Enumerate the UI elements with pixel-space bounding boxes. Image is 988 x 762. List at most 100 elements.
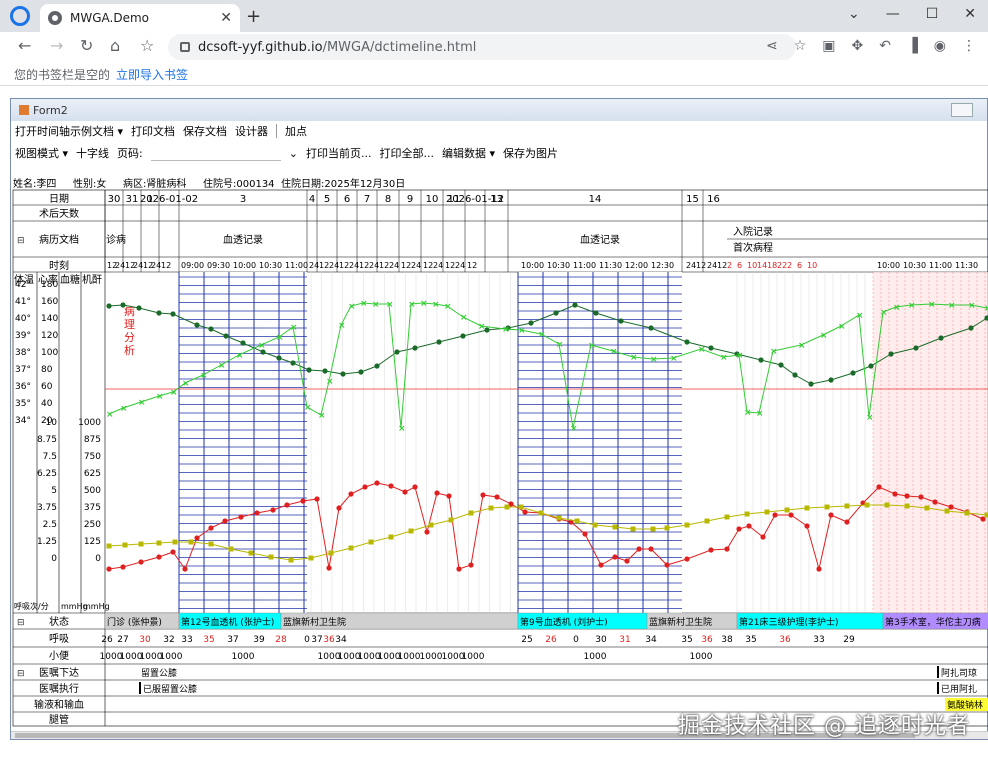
maximize-icon[interactable]: ☐ [926,6,939,22]
menu-view-mode[interactable]: 视图模式 ▾ [15,145,68,161]
creat-tick: 250 [84,520,101,530]
annotation-char: 析 [124,343,135,357]
patient-name: 姓名:李四 [13,177,56,190]
star-icon[interactable]: ☆ [140,36,154,55]
heart-rate-point [850,370,856,376]
collapse-docs-icon[interactable]: ⊟ [17,236,25,246]
time-label: 11:00 [285,261,308,270]
creatinine-point [138,541,144,547]
creatinine-point [592,522,598,528]
home-icon[interactable]: ⌂ [110,36,120,55]
breath-value: 26 [545,635,557,645]
minimize-icon[interactable]: — [886,6,900,22]
order-issue-text: 留置公膝 [141,667,177,679]
glucose-point [636,546,642,552]
menu-open-sample[interactable]: 打开时间轴示例文档 ▾ [15,123,123,139]
puzzle-icon[interactable]: ✥ [852,38,864,54]
menu-icon[interactable]: ⋮ [962,38,976,54]
temp-tick: 39° [15,331,31,341]
menu-edit-data[interactable]: 编辑数据 ▾ [442,145,495,161]
time-label: 12 [401,261,411,270]
timeline-chart[interactable]: 姓名:李四 性别:女 病区:肾脏病科 住院号:000134 住院日期:2025年… [11,177,988,739]
form-title: Form2 [33,103,68,117]
order-exec-marker [139,682,141,694]
address-bar[interactable]: dcsoft-yyf.github.io/MWGA/dctimeline.htm… [168,34,796,60]
date-cell: 16 [707,194,720,205]
breath-value: 34 [645,635,657,645]
menu-crosshair[interactable]: 十字线 [76,145,109,161]
creatinine-point [518,504,524,510]
new-tab-icon[interactable]: + [246,6,261,27]
menu-add-point[interactable]: 加点 [285,123,307,139]
temperature-point: × [720,353,728,363]
hr-tick: 60 [41,382,53,392]
glucose-point [300,498,306,504]
menu-save-doc[interactable]: 保存文档 [183,123,227,139]
glucose-point [624,558,630,564]
browser-tab[interactable]: MWGA.Demo ✕ [40,4,240,32]
glucose-point [456,566,462,572]
heart-rate-point [394,349,400,355]
creatinine-point [964,510,970,516]
status-text: 第21床三级护理(李护士) [739,616,838,628]
time-label: 10:00 [877,261,900,270]
glucose-point [388,483,394,489]
temperature-point: × [386,300,394,310]
glucose-point [182,566,188,572]
chevron-down-icon[interactable]: ⌄ [848,6,860,22]
temperature-point: × [348,302,356,312]
glucose-tick: 8.75 [37,435,57,445]
glucose-point [362,484,368,490]
undo-icon[interactable]: ↶ [879,38,891,54]
creat-tick: 0 [95,554,101,564]
menu-save-image[interactable]: 保存为图片 [503,145,558,161]
profile-icon[interactable]: ◉ [934,38,946,54]
menu-bar-2: 视图模式 ▾ 十字线 页码: ⌄ 打印当前页... 打印全部... 编辑数据 ▾… [11,141,987,165]
page-dropdown-icon[interactable]: ⌄ [289,147,298,160]
glucose-point [270,507,276,513]
collapse-orders-icon[interactable]: ⊟ [17,669,25,679]
collapse-status-icon[interactable]: ⊟ [17,618,25,628]
share-icon[interactable]: ⋖ [766,38,778,54]
form-maximize-button[interactable] [951,103,973,117]
temperature-point: × [326,377,334,387]
extension-icon[interactable]: ▣ [822,38,835,54]
breath-value: 27 [117,635,128,645]
patient-ward: 病区:肾脏病科 [123,177,186,190]
temperature-point: × [736,351,744,361]
heart-rate-point [913,345,919,351]
creatinine-point [208,541,214,547]
creat-tick: 375 [84,503,101,513]
creatinine-point [288,557,294,563]
time-label: 24 [151,261,161,270]
temperature-point: × [360,299,368,309]
time-label: 6 [797,261,802,270]
back-icon[interactable]: ← [18,36,31,55]
close-window-icon[interactable]: ✕ [964,6,976,22]
creatinine-point [630,526,636,532]
breath-value: 35 [203,635,214,645]
forward-icon[interactable]: → [50,36,63,55]
menu-print-doc[interactable]: 打印文档 [131,123,175,139]
sidepanel-icon[interactable]: ▐ [907,38,918,54]
bookmark-star-icon[interactable]: ☆ [794,38,807,54]
page-combo[interactable] [150,145,281,161]
reload-icon[interactable]: ↻ [80,36,93,55]
time-label: 12 [445,261,455,270]
close-tab-icon[interactable]: ✕ [220,10,232,26]
glucose-point [772,512,778,518]
breath-value: 36 [779,635,791,645]
date-cell: 31 [126,194,139,205]
heart-rate-point [808,381,814,387]
url-host: dcsoft-yyf.github.io [198,39,323,55]
menu-designer[interactable]: 设计器 [235,123,268,139]
glucose-point [254,510,260,516]
breath-value: 33 [181,635,192,645]
glucose-point [918,494,924,500]
time-label: 24 [389,261,399,270]
import-bookmarks-link[interactable]: 立即导入书签 [116,68,188,82]
axis-unit-breath: 呼吸次/分 [14,601,49,611]
menu-print-all[interactable]: 打印全部... [379,145,434,161]
menu-print-current[interactable]: 打印当前页... [306,145,372,161]
axis-unit-mmhg-2: mmHg [83,602,110,611]
